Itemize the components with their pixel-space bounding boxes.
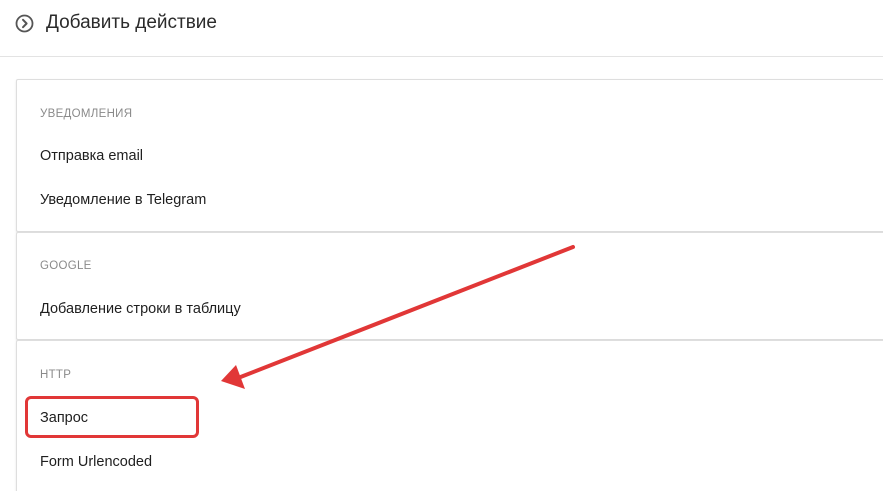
chevron-circle-right-icon[interactable] <box>15 14 34 33</box>
action-send-email[interactable]: Отправка email <box>40 148 143 164</box>
page-header: Добавить действие <box>0 0 883 57</box>
page-title: Добавить действие <box>46 12 217 33</box>
section-google: GOOGLE Добавление строки в таблицу <box>16 232 883 340</box>
action-form-urlencoded[interactable]: Form Urlencoded <box>40 454 152 470</box>
section-notifications: УВЕДОМЛЕНИЯ Отправка email Уведомление в… <box>16 79 883 232</box>
action-telegram-notification[interactable]: Уведомление в Telegram <box>40 192 206 208</box>
page: Добавить действие УВЕДОМЛЕНИЯ Отправка e… <box>0 0 883 491</box>
section-http: HTTP Запрос Form Urlencoded <box>16 340 883 491</box>
section-title: HTTP <box>40 369 72 381</box>
section-title: GOOGLE <box>40 260 92 272</box>
action-http-request[interactable]: Запрос <box>40 410 88 426</box>
section-title: УВЕДОМЛЕНИЯ <box>40 108 133 120</box>
action-add-table-row[interactable]: Добавление строки в таблицу <box>40 301 241 317</box>
